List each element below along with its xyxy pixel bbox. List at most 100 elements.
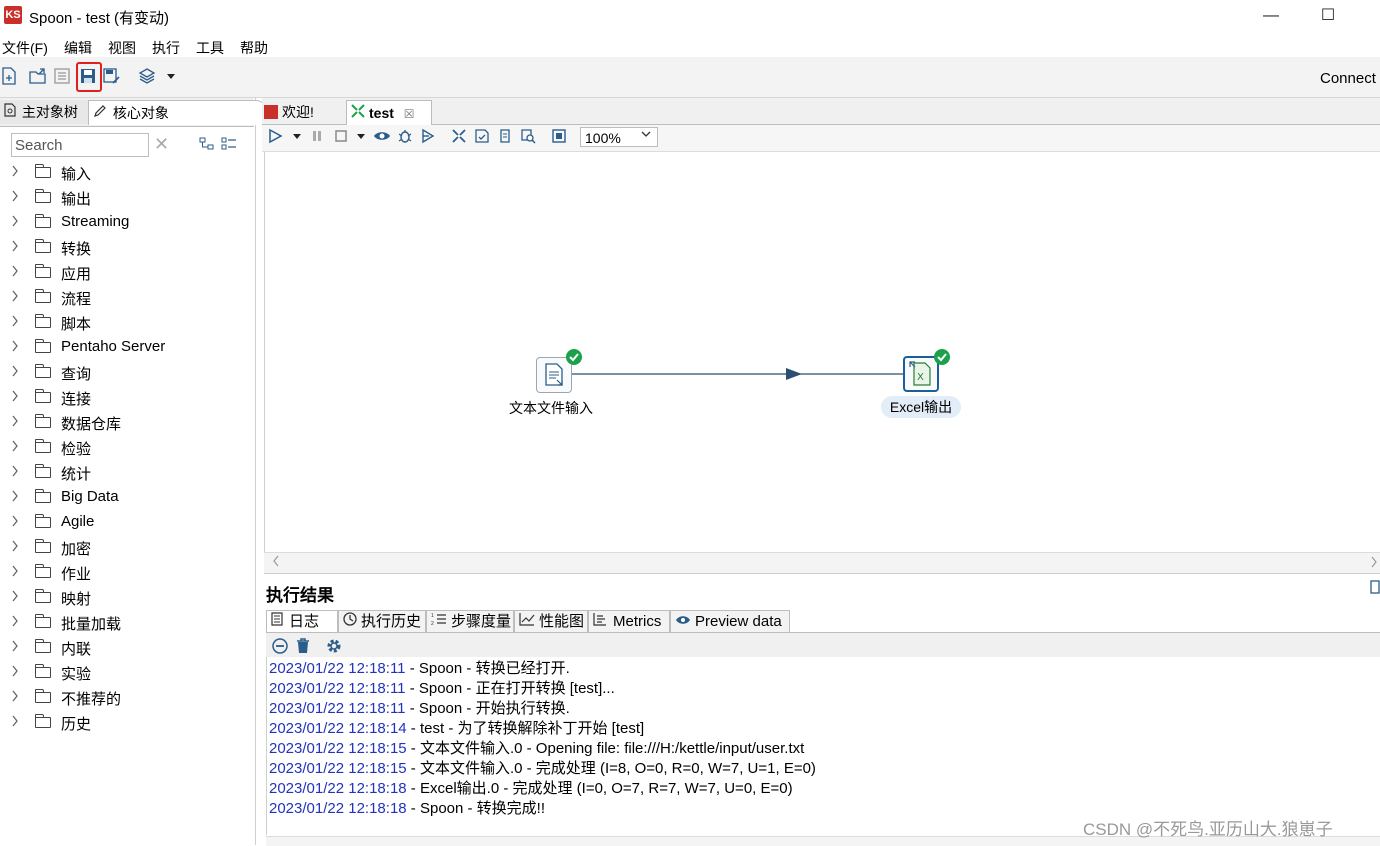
run-options-dropdown-icon[interactable] <box>288 128 306 146</box>
chevron-right-icon[interactable] <box>11 390 19 405</box>
pause-icon[interactable] <box>308 128 326 146</box>
maximize-panel-icon[interactable] <box>1370 580 1380 597</box>
tree-item[interactable]: 历史 <box>0 712 250 737</box>
explore-repository-icon[interactable] <box>53 67 71 85</box>
chevron-right-icon[interactable] <box>11 465 19 480</box>
explore-database-icon[interactable] <box>519 128 537 146</box>
tab-execution-history[interactable]: 执行历史 <box>338 610 426 632</box>
chevron-right-icon[interactable] <box>11 440 19 455</box>
tree-item[interactable]: 数据仓库 <box>0 412 250 437</box>
tree-item[interactable]: 连接 <box>0 387 250 412</box>
chevron-right-icon[interactable] <box>11 490 19 505</box>
tree-item[interactable]: 输出 <box>0 187 250 212</box>
tree-item[interactable]: 输入 <box>0 162 250 187</box>
clear-log-trash-icon[interactable] <box>295 637 311 658</box>
new-file-icon[interactable] <box>0 67 18 85</box>
stop-dropdown-icon[interactable] <box>352 128 370 146</box>
chevron-down-icon[interactable] <box>641 128 651 142</box>
save-as-icon[interactable] <box>103 67 121 85</box>
maximize-button[interactable]: ☐ <box>1305 2 1351 30</box>
dropdown-icon[interactable] <box>162 67 180 85</box>
chevron-right-icon[interactable] <box>11 215 19 230</box>
expand-tree-icon[interactable] <box>199 137 215 154</box>
tab-step-metrics[interactable]: 12 步骤度量 <box>426 610 514 632</box>
chevron-right-icon[interactable] <box>11 690 19 705</box>
settings-gear-icon[interactable] <box>325 637 343 658</box>
chevron-right-icon[interactable] <box>11 165 19 180</box>
tab-metrics[interactable]: Metrics <box>588 610 670 632</box>
tree-item[interactable]: 流程 <box>0 287 250 312</box>
open-file-icon[interactable] <box>29 67 47 85</box>
tree-item[interactable]: 内联 <box>0 637 250 662</box>
menu-file[interactable]: 文件(F) <box>2 38 48 58</box>
chevron-right-icon[interactable] <box>11 240 19 255</box>
connect-button[interactable]: Connect <box>1320 70 1376 87</box>
preview-eye-icon[interactable] <box>373 128 391 146</box>
run-icon[interactable] <box>266 128 284 146</box>
chevron-right-icon[interactable] <box>11 715 19 730</box>
tree-item[interactable]: Pentaho Server <box>0 337 250 362</box>
tab-preview-data[interactable]: Preview data <box>670 610 790 632</box>
menu-run[interactable]: 执行 <box>152 38 180 58</box>
tree-item[interactable]: 查询 <box>0 362 250 387</box>
close-tab-icon[interactable]: ☒ <box>404 107 415 121</box>
tree-item[interactable]: 作业 <box>0 562 250 587</box>
chevron-right-icon[interactable] <box>11 190 19 205</box>
search-input[interactable]: Search <box>11 133 149 157</box>
chevron-right-icon[interactable] <box>11 515 19 530</box>
chevron-right-icon[interactable] <box>11 615 19 630</box>
chevron-right-icon[interactable] <box>11 540 19 555</box>
tree-item[interactable]: Streaming <box>0 212 250 237</box>
tree-item[interactable]: 不推荐的 <box>0 687 250 712</box>
chevron-right-icon[interactable] <box>11 665 19 680</box>
scroll-left-icon[interactable] <box>272 555 280 570</box>
impact-analysis-icon[interactable] <box>473 128 491 146</box>
chevron-right-icon[interactable] <box>11 265 19 280</box>
scroll-right-icon[interactable] <box>1370 555 1378 571</box>
tree-item[interactable]: 加密 <box>0 537 250 562</box>
tab-log[interactable]: 日志 <box>266 610 338 632</box>
sql-script-icon[interactable] <box>496 128 514 146</box>
tree-item[interactable]: 检验 <box>0 437 250 462</box>
chevron-right-icon[interactable] <box>11 590 19 605</box>
menu-edit[interactable]: 编辑 <box>64 38 92 58</box>
tree-item[interactable]: 应用 <box>0 262 250 287</box>
chevron-right-icon[interactable] <box>11 640 19 655</box>
chevron-right-icon[interactable] <box>11 415 19 430</box>
debug-bug-icon[interactable] <box>396 128 414 146</box>
canvas-horizontal-scrollbar[interactable] <box>264 552 1380 574</box>
tree-item[interactable]: Big Data <box>0 487 250 512</box>
clear-search-icon[interactable]: ✕ <box>154 134 169 155</box>
tree-item[interactable]: 转换 <box>0 237 250 262</box>
minimize-button[interactable]: — <box>1248 2 1294 30</box>
menu-help[interactable]: 帮助 <box>240 38 268 58</box>
stop-icon[interactable] <box>332 128 350 146</box>
verify-icon[interactable] <box>450 128 468 146</box>
collapse-tree-icon[interactable] <box>221 137 237 154</box>
chevron-right-icon[interactable] <box>11 290 19 305</box>
tree-item[interactable]: Agile <box>0 512 250 537</box>
menu-view[interactable]: 视图 <box>108 38 136 58</box>
tree-item[interactable]: 映射 <box>0 587 250 612</box>
chevron-right-icon[interactable] <box>11 565 19 580</box>
replay-icon[interactable] <box>419 128 437 146</box>
chevron-right-icon[interactable] <box>11 365 19 380</box>
tab-core-objects[interactable]: 核心对象 <box>88 100 266 125</box>
menu-tools[interactable]: 工具 <box>196 38 224 58</box>
stop-log-icon[interactable] <box>271 637 289 658</box>
tab-main-tree[interactable]: 主对象树 <box>0 100 93 124</box>
tab-performance-graph[interactable]: 性能图 <box>514 610 588 632</box>
tab-welcome[interactable]: 欢迎! <box>264 100 344 124</box>
tree-item[interactable]: 批量加载 <box>0 612 250 637</box>
tree-item[interactable]: 脚本 <box>0 312 250 337</box>
perspective-layers-icon[interactable] <box>138 67 156 85</box>
hop-connection[interactable] <box>264 152 1380 552</box>
tree-item[interactable]: 实验 <box>0 662 250 687</box>
show-results-icon[interactable] <box>550 128 568 146</box>
chevron-right-icon[interactable] <box>11 340 19 355</box>
tree-item[interactable]: 统计 <box>0 462 250 487</box>
tab-test[interactable]: test ☒ <box>346 100 432 125</box>
chevron-right-icon[interactable] <box>11 315 19 330</box>
document-search-icon <box>4 100 18 124</box>
log-message: - test - 为了转换解除补丁开始 [test] <box>406 720 645 737</box>
